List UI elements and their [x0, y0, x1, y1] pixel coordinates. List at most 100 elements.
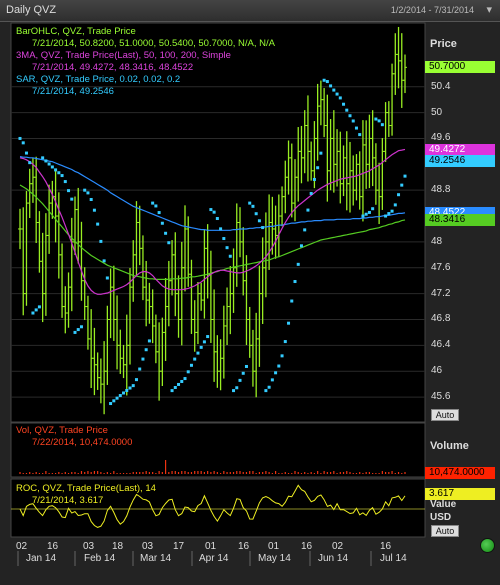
sar-dot	[371, 207, 375, 211]
sar-dot	[348, 114, 352, 118]
price-y-tick: 45.6	[431, 391, 451, 403]
sar-dot	[128, 386, 132, 390]
sar-dot	[115, 396, 119, 400]
sar-dot	[199, 345, 203, 349]
price-y-tick: 46.4	[431, 339, 451, 351]
price-y-tick: 46.8	[431, 313, 451, 325]
sar-dot	[173, 386, 177, 389]
legend-sar-label: SAR, QVZ, Trade Price, 0.02, 0.02, 0.2	[16, 74, 181, 85]
sar-dot	[261, 226, 265, 230]
sar-dot	[403, 174, 407, 178]
sar-dot	[283, 340, 287, 344]
sar-dot	[125, 388, 129, 392]
roc-legend: ROC, QVZ, Trade Price(Last), 14 7/21/201…	[16, 483, 156, 507]
sar-dot	[186, 370, 190, 374]
legend-ohlc-label: BarOHLC, QVZ, Trade Price	[16, 26, 136, 37]
x-day-tick: 18	[112, 541, 124, 552]
sar-dot	[319, 151, 323, 155]
status-indicator-icon[interactable]	[480, 538, 495, 553]
sar-dot	[183, 377, 187, 381]
sar-dot	[96, 222, 100, 226]
sar-dot	[225, 246, 229, 250]
sar-dot	[332, 88, 336, 92]
sar-dot	[147, 339, 151, 343]
sar-dot	[335, 92, 339, 96]
volume-badge: 10,474.0000	[425, 467, 495, 479]
sar-dot	[390, 209, 394, 213]
x-day-tick: 16	[380, 541, 392, 552]
sar-dot	[270, 378, 274, 382]
sar-dot	[358, 133, 362, 137]
sar-dot	[306, 208, 310, 212]
sar-dot	[47, 162, 51, 166]
price-y-tick: 49.6	[431, 132, 451, 144]
sar-dot	[202, 340, 206, 344]
sar-dot	[267, 385, 271, 389]
price-value-badge: 48.3416	[425, 213, 495, 226]
sar-dot	[257, 219, 261, 223]
sar-dot	[189, 363, 193, 367]
sar-dot	[83, 188, 87, 192]
sar-dot	[151, 201, 155, 205]
roc-auto-button[interactable]: Auto	[431, 525, 459, 537]
legend-ohlc-values: 7/21/2014, 50.8200, 51.0000, 50.5400, 50…	[32, 38, 275, 49]
sar-dot	[170, 389, 174, 393]
sar-dot	[351, 119, 355, 123]
sar-dot	[60, 174, 64, 178]
x-month-tick: Jun 14	[318, 553, 349, 564]
price-y-tick: 46	[431, 365, 443, 377]
price-auto-button[interactable]: Auto	[431, 409, 459, 421]
x-day-tick: 01	[205, 541, 217, 552]
sar-dot	[34, 308, 38, 312]
sar-dot	[280, 354, 284, 358]
sar-dot	[193, 357, 197, 361]
x-month-tick: Apr 14	[199, 553, 229, 564]
legend-vol-label: Vol, QVZ, Trade Price	[16, 425, 108, 436]
sar-dot	[196, 351, 200, 355]
sar-dot	[290, 299, 294, 303]
sar-dot	[212, 210, 216, 214]
sar-dot	[141, 357, 145, 361]
sar-dot	[41, 156, 45, 160]
sar-dot	[157, 211, 161, 215]
volume-legend: Vol, QVZ, Trade Price 7/22/2014, 10,474.…	[16, 425, 132, 449]
sar-dot	[167, 241, 171, 245]
price-y-tick: 47.6	[431, 261, 451, 273]
sar-dot	[63, 180, 67, 184]
legend-ma-label: 3MA, QVZ, Trade Price(Last), 50, 100, 20…	[16, 50, 231, 61]
sar-dot	[387, 212, 391, 216]
sar-dot	[325, 80, 329, 84]
sar-dot	[138, 367, 142, 371]
sar-dot	[209, 208, 213, 212]
x-day-tick: 16	[301, 541, 313, 552]
sar-dot	[241, 371, 245, 375]
sar-dot	[238, 378, 242, 382]
price-value-badge: 50.7000	[425, 61, 495, 74]
sar-dot	[251, 204, 255, 208]
price-legend: BarOHLC, QVZ, Trade Price 7/21/2014, 50.…	[16, 26, 275, 98]
sar-dot	[92, 208, 96, 212]
sar-dot	[86, 191, 90, 195]
sar-dot	[287, 321, 291, 325]
sar-dot	[21, 141, 25, 145]
volume-axis-title: Volume	[430, 440, 469, 452]
legend-roc-label: ROC, QVZ, Trade Price(Last), 14	[16, 483, 156, 494]
x-month-tick: Mar 14	[140, 553, 172, 564]
price-value-badge: 49.2546	[425, 154, 495, 167]
x-day-tick: 16	[47, 541, 59, 552]
sar-dot	[367, 210, 371, 214]
sar-dot	[164, 231, 168, 235]
price-axis-title: Price	[430, 38, 457, 50]
price-y-tick: 47.2	[431, 287, 451, 299]
sar-dot	[397, 193, 401, 197]
sar-dot	[109, 402, 113, 406]
sar-dot	[70, 197, 74, 201]
sar-dot	[24, 151, 28, 155]
sar-dot	[89, 198, 93, 202]
sar-dot	[73, 330, 77, 334]
sar-dot	[50, 165, 54, 169]
x-day-tick: 03	[142, 541, 154, 552]
sar-dot	[338, 96, 342, 100]
legend-sar-values: 7/21/2014, 49.2546	[32, 86, 114, 97]
sar-dot	[322, 78, 326, 82]
